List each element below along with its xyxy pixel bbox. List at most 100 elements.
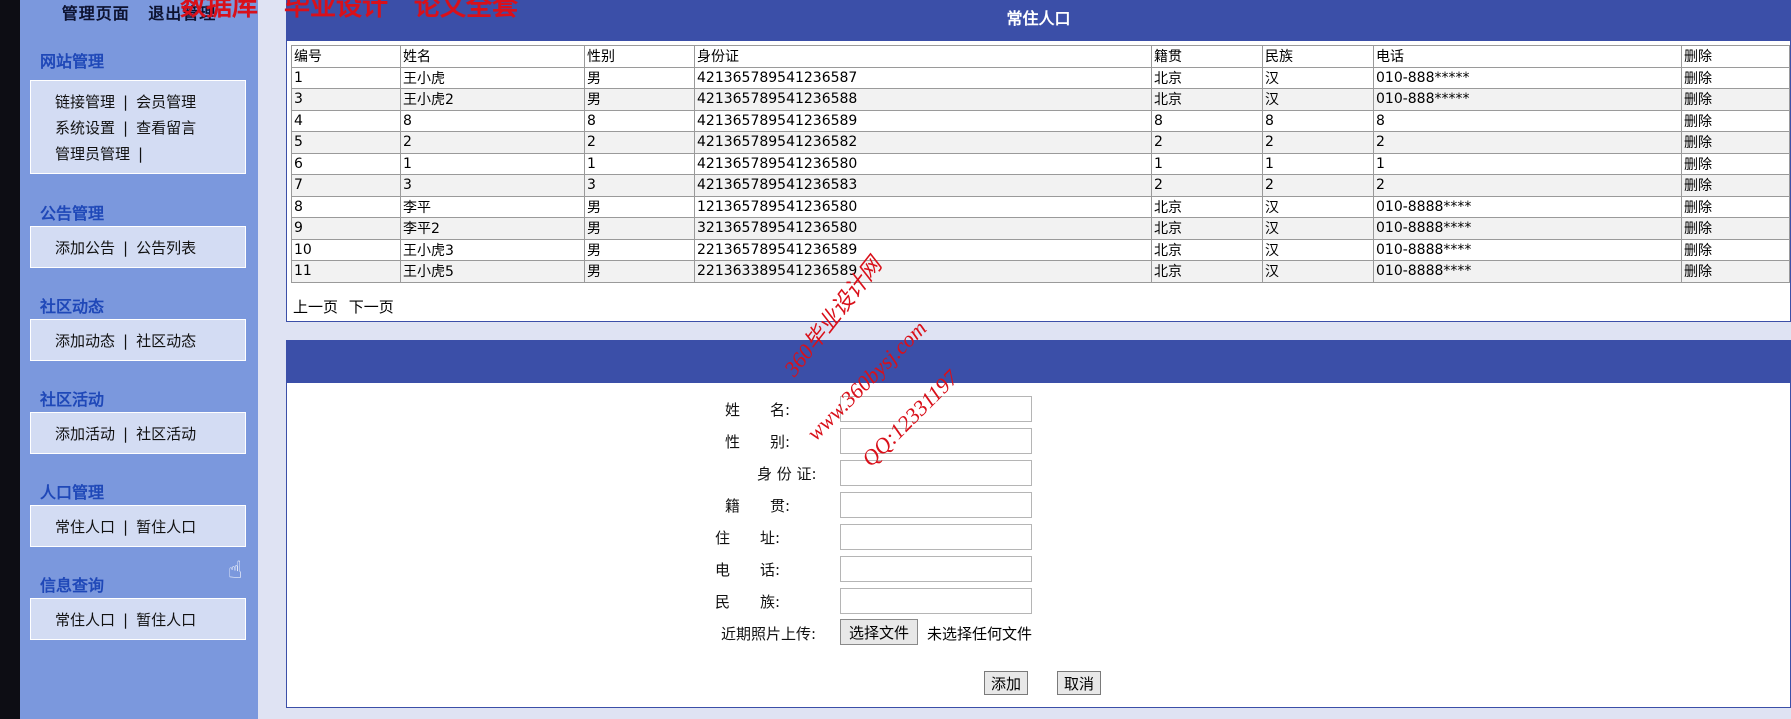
delete-link[interactable]: 删除: [1681, 238, 1790, 261]
query-temporary-link[interactable]: 暂住人口: [136, 611, 196, 629]
system-settings-link[interactable]: 系统设置: [55, 119, 115, 137]
table-cell: 王小虎2: [400, 88, 585, 111]
section-title-activity: 社区活动: [40, 390, 105, 409]
col-header-phone: 电话: [1373, 45, 1682, 68]
add-notice-link[interactable]: 添加公告: [55, 239, 115, 257]
table-cell: 汉: [1262, 260, 1374, 283]
delete-link[interactable]: 删除: [1681, 260, 1790, 283]
table-cell: 3: [291, 88, 401, 111]
add-activity-link[interactable]: 添加活动: [55, 425, 115, 443]
table-cell: 1: [1262, 152, 1374, 175]
view-messages-link[interactable]: 查看留言: [136, 119, 196, 137]
watermark-top-text: 数据库 毕业设计 论文全套: [180, 0, 519, 21]
table-cell: 王小虎5: [400, 260, 585, 283]
admin-management-link[interactable]: 管理员管理: [55, 145, 130, 163]
notice-list-link[interactable]: 公告列表: [136, 239, 196, 257]
section-box-population: 常住人口 | 暂住人口: [30, 505, 246, 547]
table-cell: 010-888*****: [1373, 88, 1682, 111]
col-header-native: 籍贯: [1151, 45, 1263, 68]
native-place-input[interactable]: [840, 492, 1032, 518]
table-cell: 北京: [1151, 260, 1263, 283]
section-title-query: 信息查询: [40, 576, 105, 595]
table-cell: 李平2: [400, 217, 585, 240]
add-news-link[interactable]: 添加动态: [55, 332, 115, 350]
admin-page-link[interactable]: 管理页面: [62, 4, 130, 23]
table-cell: 421365789541236589: [694, 109, 1152, 132]
window-edge: [0, 0, 20, 719]
table-cell: 121365789541236580: [694, 195, 1152, 218]
prev-page-link[interactable]: 上一页: [293, 298, 338, 316]
table-cell: 汉: [1262, 88, 1374, 111]
delete-link[interactable]: 删除: [1681, 195, 1790, 218]
table-cell: 王小虎: [400, 66, 585, 89]
table-cell: 8: [291, 195, 401, 218]
table-row: 9 李平2 男 321365789541236580 北京汉 010-8888**** 删除: [291, 217, 1790, 240]
delete-link[interactable]: 删除: [1681, 88, 1790, 111]
member-management-link[interactable]: 会员管理: [136, 93, 196, 111]
ethnic-input[interactable]: [840, 588, 1032, 614]
table-cell: 男: [584, 88, 695, 111]
table-cell: 2: [1151, 174, 1263, 197]
table-cell: 男: [584, 217, 695, 240]
table-cell: 321365789541236580: [694, 217, 1152, 240]
table-row: 7 3 3 421365789541236583 2 2 2 删除: [291, 174, 1790, 197]
table-cell: 王小虎3: [400, 238, 585, 261]
table-cell: 9: [291, 217, 401, 240]
address-label: 住 址:: [715, 529, 781, 547]
delete-link[interactable]: 删除: [1681, 131, 1790, 154]
table-row: 4 8 8 421365789541236589 8 8 8 删除: [291, 109, 1790, 132]
table-cell: 2: [1373, 174, 1682, 197]
permanent-residents-link[interactable]: 常住人口: [55, 518, 115, 536]
main-area: 常住人口 编号 姓名 性别 身份证 籍贯 民族 电话 删除 1 王小虎男 42136…: [258, 0, 1791, 719]
table-cell: 421365789541236587: [694, 66, 1152, 89]
table-cell: 男: [584, 238, 695, 261]
pager: 上一页 下一页: [293, 296, 400, 317]
link-management-link[interactable]: 链接管理: [55, 93, 115, 111]
sidebar: 管理页面 退出管理 网站管理 链接管理 | 会员管理 系统设置 | 查看留言 管理员管理…: [20, 0, 258, 719]
table-cell: 8: [1373, 109, 1682, 132]
table-header-row: 编号 姓名 性别 身份证 籍贯 民族 电话 删除: [291, 45, 1790, 68]
table-cell: 2: [1262, 131, 1374, 154]
col-header-name: 姓名: [400, 45, 585, 68]
resident-table: 编号 姓名 性别 身份证 籍贯 民族 电话 删除 1 王小虎男 4213657895…: [291, 45, 1790, 283]
query-permanent-link[interactable]: 常住人口: [55, 611, 115, 629]
file-status-text: 未选择任何文件: [927, 625, 1033, 643]
temporary-residents-link[interactable]: 暂住人口: [136, 518, 196, 536]
activity-list-link[interactable]: 社区活动: [136, 425, 196, 443]
choose-file-button[interactable]: 选择文件: [840, 619, 919, 645]
table-cell: 421365789541236588: [694, 88, 1152, 111]
address-input[interactable]: [840, 524, 1032, 550]
delete-link[interactable]: 删除: [1681, 174, 1790, 197]
table-cell: 北京: [1151, 66, 1263, 89]
table-cell: 汉: [1262, 238, 1374, 261]
section-title-site: 网站管理: [40, 52, 105, 71]
delete-link[interactable]: 删除: [1681, 152, 1790, 175]
table-row: 10 王小虎3 男 221365789541236589 北京汉 010-8888****…: [291, 238, 1790, 261]
table-cell: 421365789541236582: [694, 131, 1152, 154]
table-cell: 2: [1151, 131, 1263, 154]
table-cell: 北京: [1151, 195, 1263, 218]
table-row: 11 王小虎5 男 221363389541236589 北京汉 010-8888****…: [291, 260, 1790, 283]
add-button[interactable]: 添加: [984, 671, 1029, 695]
form-panel-header: [287, 341, 1790, 383]
table-cell: 2: [1262, 174, 1374, 197]
next-page-link[interactable]: 下一页: [349, 298, 394, 316]
delete-link[interactable]: 删除: [1681, 109, 1790, 132]
phone-input[interactable]: [840, 556, 1032, 582]
table-cell: 李平: [400, 195, 585, 218]
table-cell: 北京: [1151, 238, 1263, 261]
table-cell: 2: [400, 131, 585, 154]
news-list-link[interactable]: 社区动态: [136, 332, 196, 350]
phone-label: 电 话:: [715, 561, 781, 579]
table-cell: 5: [291, 131, 401, 154]
delete-link[interactable]: 删除: [1681, 66, 1790, 89]
section-title-population: 人口管理: [40, 483, 105, 502]
delete-link[interactable]: 删除: [1681, 217, 1790, 240]
table-row: 3 王小虎2 男 421365789541236588 北京汉 010-888***** 删…: [291, 88, 1790, 111]
table-cell: 010-8888****: [1373, 238, 1682, 261]
section-box-query: 常住人口 | 暂住人口: [30, 598, 246, 640]
section-box-site: 链接管理 | 会员管理 系统设置 | 查看留言 管理员管理 |: [30, 80, 246, 174]
cancel-button[interactable]: 取消: [1057, 671, 1102, 695]
resident-list-panel: 常住人口 编号 姓名 性别 身份证 籍贯 民族 电话 删除 1 王小虎男 42136…: [286, 0, 1791, 322]
col-header-delete: 删除: [1681, 45, 1790, 68]
